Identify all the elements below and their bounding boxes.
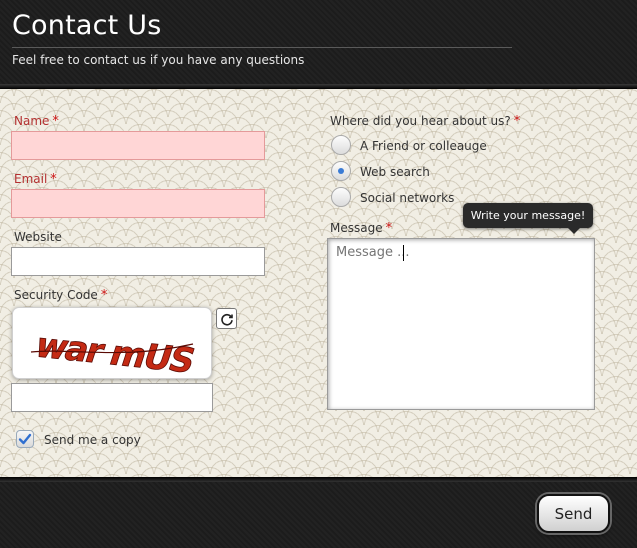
security-code-field[interactable] [11, 383, 213, 412]
email-field[interactable] [11, 189, 265, 218]
message-label-text: Message [330, 221, 383, 235]
check-icon [18, 433, 32, 445]
captcha-graphic: war mUS [30, 326, 199, 378]
email-label: Email * [14, 172, 57, 187]
title-divider [12, 47, 512, 48]
security-code-label-text: Security Code [14, 288, 98, 302]
radio-social-networks[interactable] [331, 187, 351, 207]
refresh-icon [220, 313, 233, 326]
page-title: Contact Us [12, 10, 162, 41]
captcha-image: war mUS [12, 307, 212, 379]
radio-web-search[interactable] [331, 161, 351, 181]
radio-selected-dot [338, 168, 344, 174]
send-copy-checkbox[interactable] [16, 430, 34, 448]
tooltip-arrow [568, 228, 580, 234]
send-copy-label: Send me a copy [44, 433, 141, 447]
message-label: Message * [330, 221, 392, 236]
send-button[interactable]: Send [537, 494, 610, 533]
website-field[interactable] [11, 247, 265, 276]
required-star: * [100, 288, 108, 303]
page-subtitle: Feel free to contact us if you have any … [12, 53, 305, 67]
required-star: * [50, 172, 57, 187]
message-tooltip: Write your message! [463, 203, 593, 228]
radio-friend-label: A Friend or colleauge [360, 139, 487, 153]
required-star: * [385, 221, 393, 236]
required-star: * [52, 114, 59, 129]
radio-social-networks-label: Social networks [360, 191, 455, 205]
name-label-text: Name [14, 114, 50, 128]
security-code-label: Security Code * [14, 288, 107, 303]
header: Contact Us Feel free to contact us if yo… [0, 0, 637, 84]
website-label: Website [14, 230, 62, 244]
radio-friend[interactable] [331, 135, 351, 155]
email-label-text: Email [14, 172, 48, 186]
referral-label: Where did you hear about us? * [330, 114, 520, 129]
name-label: Name * [14, 114, 59, 129]
name-field[interactable] [11, 131, 265, 160]
message-field[interactable] [327, 238, 595, 410]
radio-web-search-label: Web search [360, 165, 430, 179]
captcha-refresh-button[interactable] [216, 308, 237, 329]
text-caret [403, 245, 404, 261]
required-star: * [513, 114, 521, 129]
referral-label-text: Where did you hear about us? [330, 114, 511, 128]
